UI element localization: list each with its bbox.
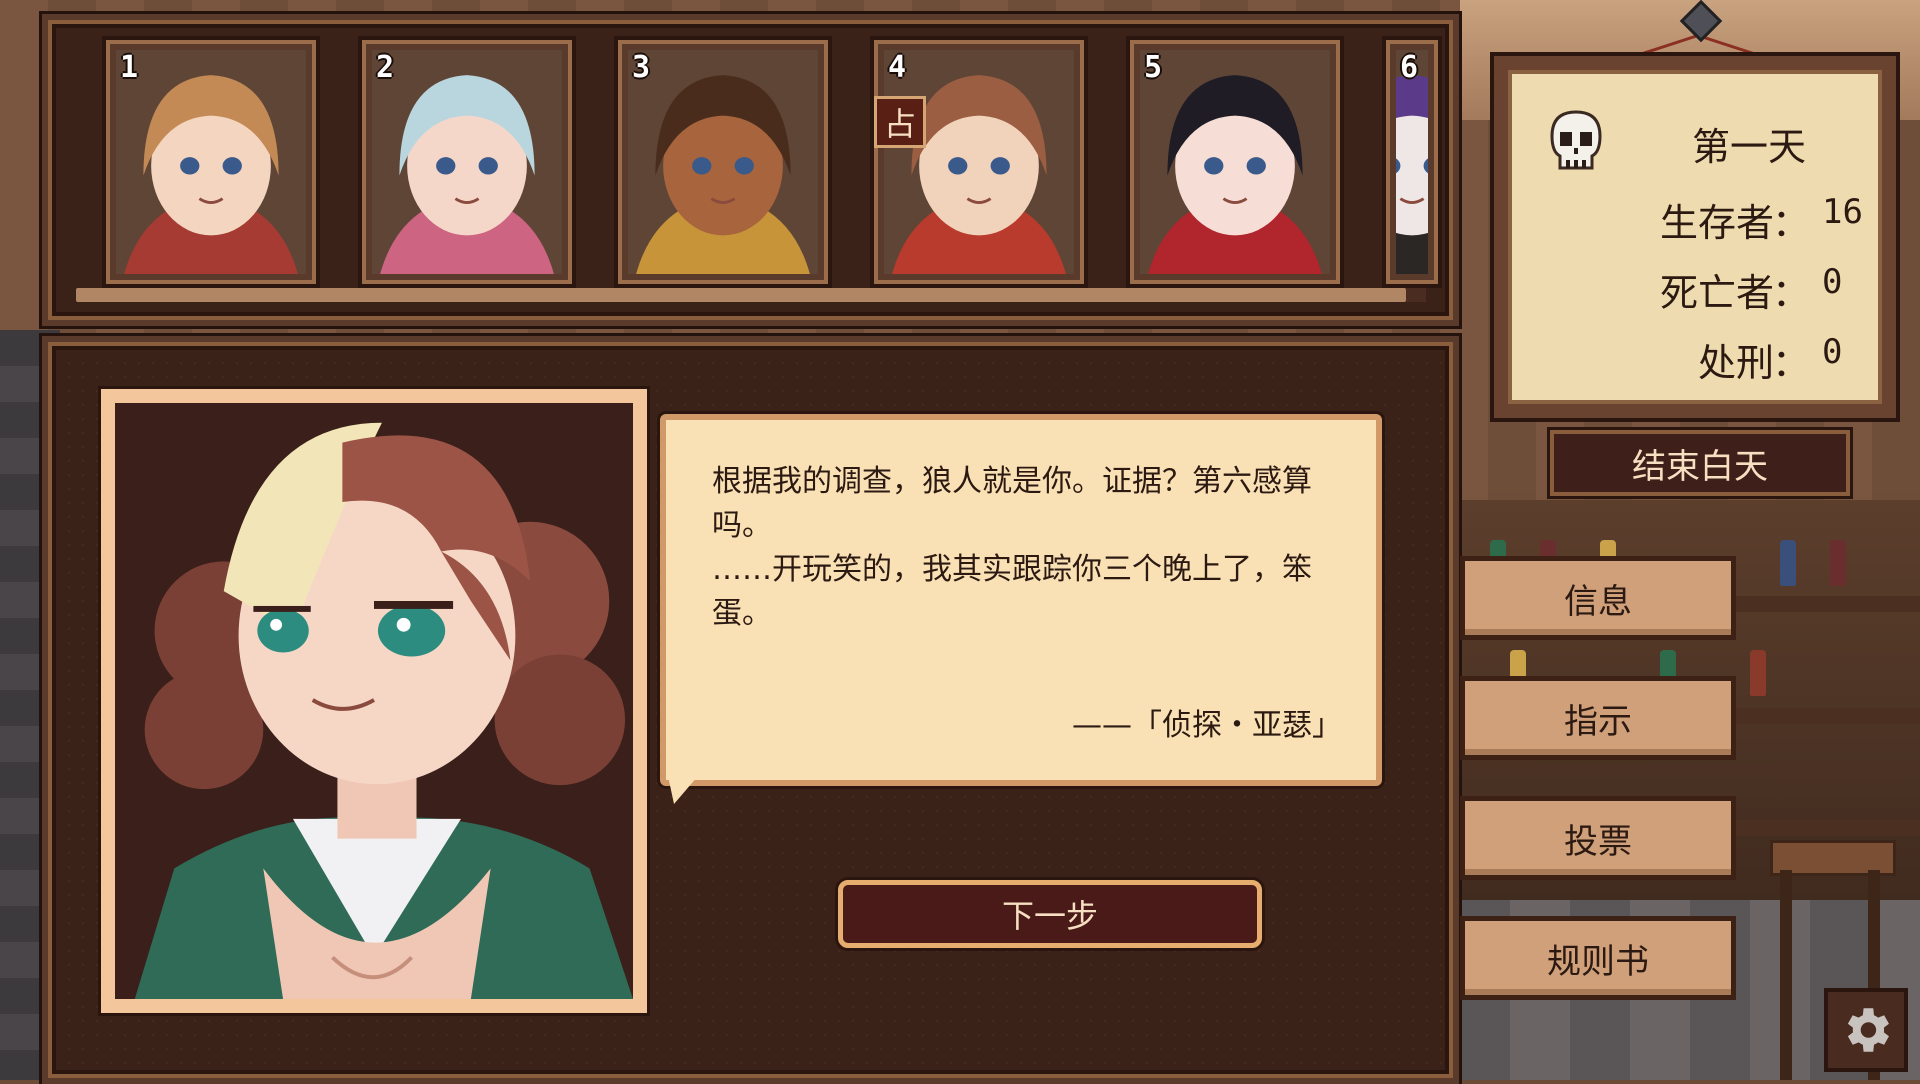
bottle (1750, 650, 1766, 696)
colon: ： (1771, 341, 1810, 385)
character-card-3[interactable]: 3 (614, 36, 832, 288)
executed-count: 0 (1822, 332, 1843, 372)
character-card-4[interactable]: 4占 (870, 36, 1088, 288)
colon: ： (1771, 201, 1810, 245)
dialogue-signature: ——「侦探・亚瑟」 (1072, 708, 1342, 743)
menu-instructions-button[interactable]: 指示 (1460, 676, 1736, 760)
roster-scrollbar-thumb[interactable] (76, 288, 1406, 302)
character-card-2[interactable]: 2 (358, 36, 576, 288)
character-portrait (116, 50, 306, 274)
character-card-1[interactable]: 1 (102, 36, 320, 288)
character-roster-panel: 1234占56 (42, 14, 1459, 326)
character-number: 2 (376, 50, 395, 85)
menu-rulebook-button[interactable]: 规则书 (1460, 916, 1736, 1000)
bottle (1830, 540, 1846, 586)
seer-badge: 占 (874, 96, 926, 148)
day-label: 第一天 (1692, 125, 1807, 169)
character-number: 4 (888, 50, 907, 85)
menu-info-button[interactable]: 信息 (1460, 556, 1736, 640)
stool-leg (1780, 870, 1792, 1080)
status-board-inner: 第一天 生存者 ： 16 死亡者 ： 0 处刑 ： 0 (1508, 70, 1882, 404)
bottle (1780, 540, 1796, 586)
dead-count: 0 (1822, 262, 1843, 302)
character-number: 3 (632, 50, 651, 85)
character-number: 5 (1144, 50, 1163, 85)
day-status-board: 第一天 生存者 ： 16 死亡者 ： 0 处刑 ： 0 (1490, 52, 1900, 422)
speech-bubble: 根据我的调查，狼人就是你。证据？第六感算吗。 ……开玩笑的，我其实跟踪你三个晚上… (660, 414, 1382, 786)
character-card-6[interactable]: 6 (1382, 36, 1442, 288)
character-portrait (1140, 50, 1330, 274)
dead-stat: 死亡者 ： 0 (1622, 262, 1882, 315)
speaker-portrait-frame (98, 386, 650, 1016)
dead-label: 死亡者 (1659, 271, 1774, 315)
settings-button[interactable] (1824, 988, 1908, 1072)
survivors-label: 生存者 (1659, 201, 1774, 245)
character-portrait (628, 50, 818, 274)
gear-icon (1847, 1008, 1889, 1052)
character-card-5[interactable]: 5 (1126, 36, 1344, 288)
skull-icon (1550, 110, 1602, 170)
character-portrait (884, 50, 1074, 274)
next-button[interactable]: 下一步 (838, 880, 1262, 948)
survivors-count: 16 (1822, 192, 1863, 232)
survivors-stat: 生存者 ： 16 (1622, 192, 1882, 245)
character-portrait (372, 50, 562, 274)
character-number: 6 (1400, 50, 1419, 85)
detective-portrait-art (115, 403, 633, 999)
end-day-button[interactable]: 结束白天 (1550, 430, 1850, 496)
dialogue-text: 根据我的调查，狼人就是你。证据？第六感算吗。 ……开玩笑的，我其实跟踪你三个晚上… (712, 464, 1312, 631)
colon: ： (1771, 271, 1810, 315)
character-number: 1 (120, 50, 139, 85)
executed-stat: 处刑 ： 0 (1622, 332, 1882, 385)
speaker-portrait (115, 403, 633, 999)
executed-label: 处刑 (1697, 341, 1774, 385)
menu-vote-button[interactable]: 投票 (1460, 796, 1736, 880)
